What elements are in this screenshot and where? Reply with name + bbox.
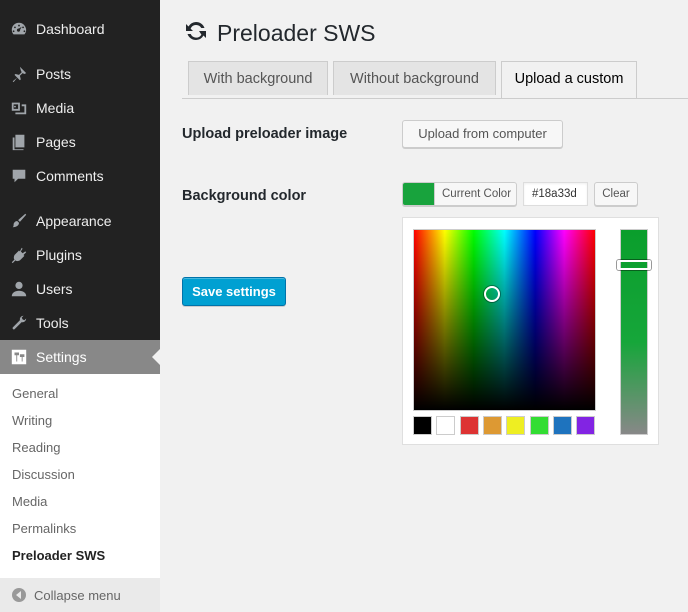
palette-swatch[interactable]: [506, 416, 526, 435]
media-icon: [9, 98, 29, 118]
dashboard-icon: [9, 19, 29, 39]
submenu-item-discussion[interactable]: Discussion: [12, 465, 75, 485]
pin-icon: [9, 64, 29, 84]
submenu-item-general[interactable]: General: [12, 384, 58, 404]
clear-color-button[interactable]: Clear: [594, 182, 638, 206]
page-title: Preloader SWS: [217, 20, 376, 46]
palette-swatch[interactable]: [413, 416, 432, 435]
wrench-icon: [9, 313, 29, 333]
collapse-arrow-icon: [12, 588, 26, 602]
current-color-label: Current Color: [442, 188, 512, 200]
saturation-slider[interactable]: [617, 229, 651, 435]
current-color-button[interactable]: Current Color: [402, 182, 517, 206]
collapse-menu-label: Collapse menu: [34, 587, 121, 603]
submenu-item-permalinks[interactable]: Permalinks: [12, 519, 76, 539]
submenu-item-media[interactable]: Media: [12, 492, 47, 512]
sidebar-item-pages[interactable]: Pages: [0, 125, 160, 159]
save-settings-button[interactable]: Save settings: [182, 277, 286, 306]
sidebar-item-comments[interactable]: Comments: [0, 159, 160, 193]
slider-handle[interactable]: [617, 260, 651, 270]
sidebar-item-settings[interactable]: Settings: [0, 340, 160, 374]
palette-swatch[interactable]: [552, 416, 572, 435]
submenu-item-preloader-sws[interactable]: Preloader SWS: [12, 546, 105, 566]
settings-submenu: General Writing Reading Discussion Media…: [0, 374, 160, 578]
sidebar-item-label: Tools: [36, 315, 69, 331]
sidebar-item-label: Settings: [36, 349, 87, 365]
sidebar-item-label: Appearance: [36, 213, 112, 229]
sidebar-item-label: Comments: [36, 168, 104, 184]
palette-swatch[interactable]: [576, 416, 596, 435]
brush-icon: [9, 211, 29, 231]
upload-from-computer-button[interactable]: Upload from computer: [402, 120, 563, 148]
sidebar-item-label: Plugins: [36, 247, 82, 263]
sidebar-item-label: Users: [36, 281, 73, 297]
background-color-label: Background color: [182, 188, 307, 204]
hex-color-input[interactable]: [523, 182, 588, 206]
palette-swatch[interactable]: [482, 416, 502, 435]
upload-image-label: Upload preloader image: [182, 126, 348, 142]
color-spectrum[interactable]: [413, 229, 596, 411]
collapse-menu-button[interactable]: Collapse menu: [0, 578, 160, 612]
submenu-item-writing[interactable]: Writing: [12, 411, 52, 431]
sidebar-item-label: Media: [36, 100, 75, 116]
user-icon: [9, 279, 29, 299]
sidebar-item-posts[interactable]: Posts: [0, 57, 160, 91]
sidebar-item-users[interactable]: Users: [0, 272, 160, 306]
plug-icon: [9, 245, 29, 265]
page-header: Preloader SWS: [184, 18, 376, 48]
sidebar-item-label: Pages: [36, 134, 76, 150]
pages-icon: [9, 132, 29, 152]
sidebar-item-label: Dashboard: [36, 21, 105, 37]
color-picker: [402, 217, 659, 445]
sidebar-item-media[interactable]: Media: [0, 91, 160, 125]
sidebar-item-tools[interactable]: Tools: [0, 306, 160, 340]
tab-upload-custom[interactable]: Upload a custom: [501, 61, 637, 98]
settings-icon: [9, 347, 29, 367]
tab-with-background[interactable]: With background: [188, 61, 328, 95]
sidebar-item-plugins[interactable]: Plugins: [0, 238, 160, 272]
sidebar-item-appearance[interactable]: Appearance: [0, 204, 160, 238]
refresh-icon: [184, 19, 208, 48]
tab-bar: With background Without background Uploa…: [182, 61, 688, 99]
submenu-item-reading[interactable]: Reading: [12, 438, 60, 458]
current-color-swatch: [403, 183, 435, 205]
admin-sidebar: Dashboard Posts Media Pages Comments App…: [0, 0, 160, 612]
sidebar-item-dashboard[interactable]: Dashboard: [0, 12, 160, 46]
palette-swatch[interactable]: [459, 416, 479, 435]
palette-swatch[interactable]: [529, 416, 549, 435]
palette-swatch[interactable]: [436, 416, 456, 435]
comment-icon: [9, 166, 29, 186]
spectrum-handle[interactable]: [484, 286, 500, 302]
tab-without-background[interactable]: Without background: [333, 61, 496, 95]
sidebar-item-label: Posts: [36, 66, 72, 82]
